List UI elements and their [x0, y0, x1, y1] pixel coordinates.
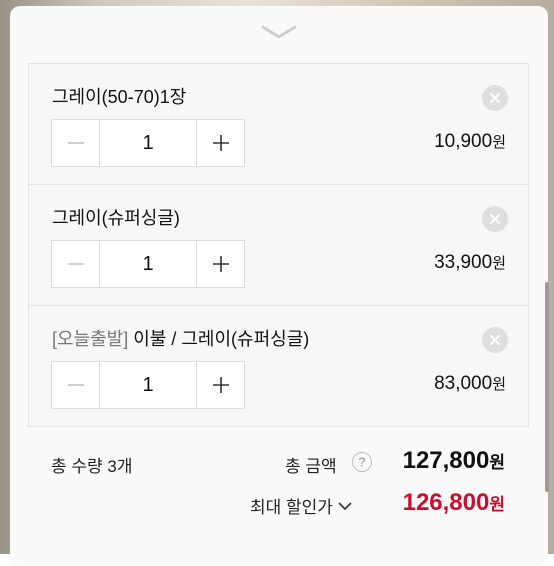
total-quantity: 총 수량 3개	[51, 457, 133, 476]
list-item: 그레이(슈퍼싱글) 1 33,900원	[29, 185, 528, 306]
total-amount-label: 총 금액	[285, 457, 337, 476]
total-amount: 127,800원	[402, 447, 505, 474]
list-item: 그레이(50-70)1장 1 10,900원	[29, 64, 528, 185]
minus-icon	[67, 384, 84, 386]
increase-button[interactable]	[197, 362, 244, 408]
option-name: 그레이(50-70)1장	[52, 87, 187, 107]
item-price: 33,900원	[434, 252, 506, 273]
minus-icon	[67, 263, 84, 265]
plus-icon	[212, 377, 229, 393]
minus-icon	[67, 142, 84, 144]
chevron-down-icon	[261, 25, 297, 39]
collapse-handle[interactable]	[260, 20, 298, 44]
shipping-tag: [오늘출발]	[52, 329, 129, 349]
selected-options-list: 그레이(50-70)1장 1 10,900원 그레이(슈퍼싱글) 1 33,90…	[28, 63, 529, 427]
quantity-value[interactable]: 1	[99, 362, 197, 408]
help-icon[interactable]: ?	[352, 452, 372, 472]
close-icon	[490, 93, 500, 103]
item-price: 83,000원	[434, 373, 506, 394]
order-summary: 총 수량 3개 총 금액 ? 127,800원 최대 할인가 126,800원	[28, 427, 527, 537]
plus-icon	[212, 135, 229, 151]
max-discount-toggle[interactable]: 최대 할인가	[250, 493, 352, 518]
quantity-value[interactable]: 1	[99, 241, 197, 287]
remove-item-button[interactable]	[482, 206, 508, 232]
close-icon	[490, 214, 500, 224]
quantity-value[interactable]: 1	[99, 120, 197, 166]
item-price: 10,900원	[434, 131, 506, 152]
decrease-button[interactable]	[52, 362, 99, 408]
remove-item-button[interactable]	[482, 327, 508, 353]
max-discount-amount: 126,800원	[402, 489, 505, 516]
decrease-button[interactable]	[52, 241, 99, 287]
scrollbar[interactable]	[545, 282, 549, 492]
close-icon	[490, 335, 500, 345]
increase-button[interactable]	[197, 241, 244, 287]
increase-button[interactable]	[197, 120, 244, 166]
option-name: 그레이(슈퍼싱글)	[52, 208, 180, 228]
quantity-stepper: 1	[51, 240, 245, 288]
list-item: [오늘출발] 이불 / 그레이(슈퍼싱글) 1 83,000원	[29, 306, 528, 426]
plus-icon	[212, 256, 229, 272]
option-name: [오늘출발] 이불 / 그레이(슈퍼싱글)	[52, 329, 310, 349]
remove-item-button[interactable]	[482, 85, 508, 111]
quantity-stepper: 1	[51, 119, 245, 167]
quantity-stepper: 1	[51, 361, 245, 409]
decrease-button[interactable]	[52, 120, 99, 166]
chevron-down-icon	[338, 501, 352, 510]
